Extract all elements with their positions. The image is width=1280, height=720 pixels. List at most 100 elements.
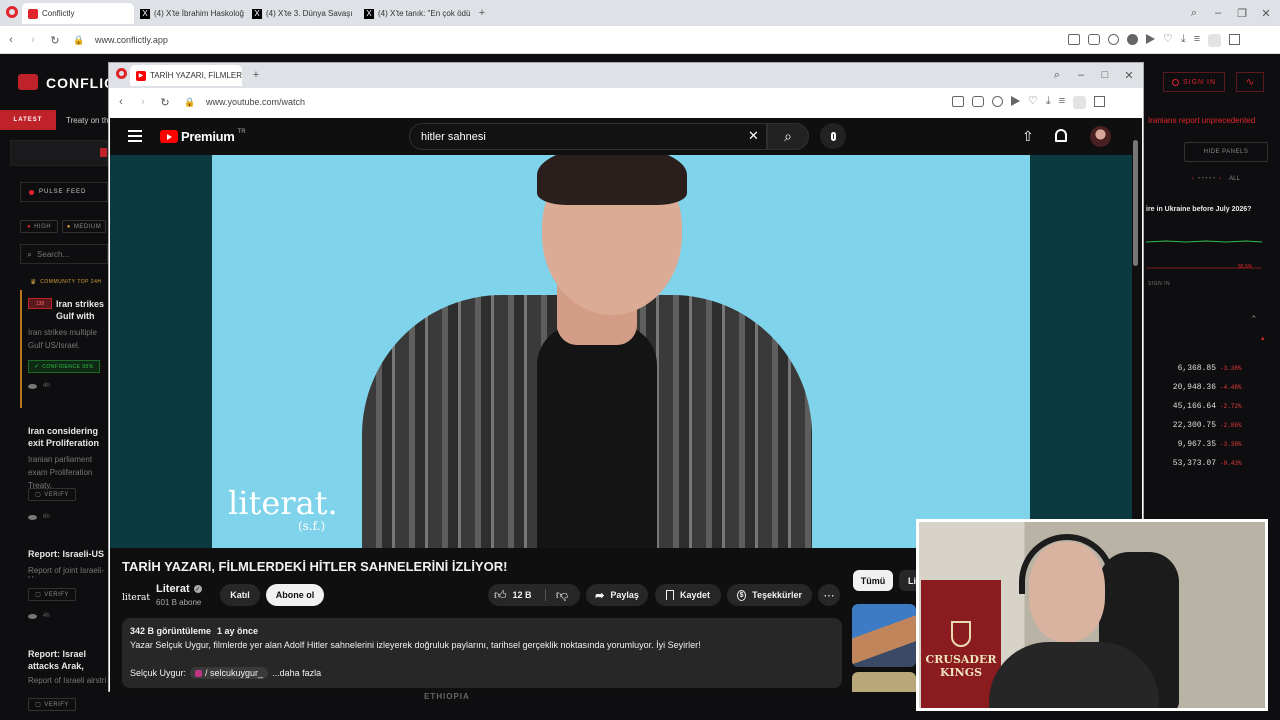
video-player[interactable]: literat. (s.f.) [110, 155, 1132, 548]
tab-x-2[interactable]: X (4) X'te 3. Dünya Savaşı [246, 3, 358, 24]
thanks-button[interactable]: $ Teşekkürler [727, 584, 812, 606]
upload-icon[interactable]: ⇧ [1022, 128, 1034, 145]
download-icon[interactable]: ⤓ [1181, 34, 1186, 47]
voice-search-button[interactable] [820, 123, 846, 149]
minimize-icon[interactable]: – [1210, 5, 1226, 21]
search-tabs-icon[interactable]: ⌕ [1049, 67, 1065, 83]
filter-high[interactable]: ● HIGH [20, 220, 58, 233]
notifications-bell-icon[interactable] [1055, 129, 1067, 142]
forward-icon[interactable]: › [136, 95, 150, 109]
search-tabs-icon[interactable]: ⌕ [1186, 5, 1202, 21]
sign-in-button[interactable]: SIGN IN [1163, 72, 1225, 92]
story-title[interactable]: Iran considering exit Proliferation [28, 425, 108, 449]
chip-all[interactable]: Tümü [853, 570, 893, 591]
save-button[interactable]: Kaydet [655, 584, 721, 606]
hide-panels-button[interactable]: HIDE PANELS [1184, 142, 1268, 162]
close-window-icon[interactable]: ✕ [1121, 67, 1137, 83]
clear-search-icon[interactable]: ✕ [748, 128, 759, 144]
search-button[interactable]: ⌕ [767, 123, 809, 150]
chevron-left-icon[interactable]: ‹ [1192, 176, 1194, 182]
outer-toolbar-icons[interactable]: ♡ ⤓ ≡ [1068, 34, 1241, 47]
shield-icon[interactable] [1108, 34, 1119, 45]
activity-button[interactable]: ∿ [1236, 72, 1264, 92]
story-title[interactable]: Report: Israel attacks Arak, Fordow [28, 648, 108, 672]
back-icon[interactable]: ‹ [114, 95, 128, 109]
recommended-thumbnail[interactable] [852, 672, 916, 692]
profile-icon[interactable] [1073, 96, 1087, 109]
save-label: Kaydet [679, 590, 710, 600]
maximize-icon[interactable]: □ [1097, 67, 1113, 83]
opera-logo-icon[interactable] [116, 68, 127, 79]
heart-icon[interactable]: ♡ [1163, 34, 1173, 47]
camera-icon[interactable] [1088, 34, 1100, 45]
camera-icon[interactable] [972, 96, 984, 107]
vpn-icon[interactable] [1127, 34, 1138, 45]
tab-conflictly[interactable]: Conflictly [22, 3, 134, 24]
bookmark-icon [665, 590, 674, 600]
hamburger-menu-icon[interactable] [128, 130, 142, 142]
outer-url[interactable]: www.conflictly.app [95, 35, 168, 45]
subscribe-button[interactable]: Abone ol [266, 584, 324, 606]
forward-icon[interactable]: › [26, 33, 40, 47]
collapse-chevron-icon[interactable]: ⌃ [1250, 314, 1258, 325]
back-icon[interactable]: ‹ [4, 33, 18, 47]
more-actions-button[interactable]: ⋯ [818, 584, 840, 606]
menu-icon[interactable]: ≡ [1194, 34, 1200, 47]
market-pager[interactable]: ‹ • • • • • › ALL [1192, 176, 1240, 182]
new-tab-plus-icon[interactable]: + [474, 5, 490, 21]
download-icon[interactable]: ⤓ [1046, 96, 1051, 109]
filter-medium[interactable]: ● MEDIUM [62, 220, 106, 233]
dislike-button[interactable]: 👎︎ [550, 584, 574, 606]
feed-icon[interactable] [100, 148, 107, 157]
instagram-chip[interactable]: / selcukuygur_ [190, 667, 269, 679]
verify-button[interactable]: ▢ VERIFY [28, 488, 76, 501]
search-input[interactable]: hitler sahnesi [421, 131, 486, 143]
inner-url[interactable]: www.youtube.com/watch [206, 97, 305, 107]
join-button[interactable]: Katıl [220, 584, 260, 606]
channel-name-row[interactable]: Literat ✓ [156, 583, 202, 595]
search-box[interactable]: hitler sahnesi [409, 123, 767, 150]
tab-youtube[interactable]: ▶ TARİH YAZARI, FİLMLERD [130, 65, 242, 86]
like-button[interactable]: 👍︎ 12 B [494, 584, 532, 606]
page-scrollbar[interactable] [1133, 140, 1138, 266]
channel-avatar[interactable]: literat [122, 585, 150, 611]
story-title[interactable]: Report: Israeli-US air [28, 548, 108, 560]
share-button[interactable]: ➦ Paylaş [586, 584, 648, 606]
opera-logo-icon[interactable] [6, 6, 18, 18]
story-title[interactable]: Iran strikes Gulf with US/Israel [56, 298, 108, 322]
restore-icon[interactable]: ❐ [1234, 5, 1250, 21]
menu-icon[interactable]: ≡ [1059, 96, 1065, 109]
shield-icon[interactable] [992, 96, 1003, 107]
verify-button[interactable]: ▢ VERIFY [28, 698, 76, 711]
close-window-icon[interactable]: ✕ [1258, 5, 1274, 21]
account-avatar[interactable] [1090, 126, 1111, 147]
play-icon[interactable] [1146, 34, 1155, 44]
pulse-feed-label: PULSE FEED [39, 189, 87, 195]
ticker-scroll-icon[interactable]: ▴ [1261, 334, 1265, 342]
channel-name[interactable]: Literat [156, 583, 190, 595]
extensions-icon[interactable] [1229, 34, 1241, 45]
youtube-logo[interactable]: Premium TR [160, 129, 246, 144]
inner-toolbar-icons[interactable]: ♡ ⤓ ≡ [952, 96, 1106, 109]
extensions-icon[interactable] [1094, 96, 1106, 107]
minimize-icon[interactable]: – [1073, 67, 1089, 83]
show-more-link[interactable]: ...daha fazla [272, 668, 321, 678]
heart-icon[interactable]: ♡ [1028, 96, 1038, 109]
reload-icon[interactable]: ↻ [158, 95, 172, 109]
chevron-right-icon[interactable]: › [1219, 176, 1221, 182]
snapshot-icon[interactable] [952, 96, 964, 107]
tab-x-3[interactable]: X (4) X'te tanık: "En çok ödü [358, 3, 470, 24]
snapshot-icon[interactable] [1068, 34, 1080, 45]
pulse-feed-tab[interactable]: PULSE FEED [20, 182, 108, 202]
verify-button[interactable]: ▢ VERIFY [28, 588, 76, 601]
market-question[interactable]: ire in Ukraine before July 2026? [1146, 206, 1251, 213]
tab-x-1[interactable]: X (4) X'te İbrahim Haskoloğ [134, 3, 246, 24]
all-label[interactable]: ALL [1229, 176, 1240, 182]
reload-icon[interactable]: ↻ [48, 33, 62, 47]
market-sign-in[interactable]: SIGN IN [1148, 281, 1170, 287]
feed-search-input[interactable]: ⌕ Search... [20, 244, 108, 264]
play-icon[interactable] [1011, 96, 1020, 106]
profile-icon[interactable] [1208, 34, 1222, 47]
recommended-thumbnail[interactable] [852, 604, 916, 667]
new-tab-plus-icon[interactable]: + [248, 67, 264, 83]
